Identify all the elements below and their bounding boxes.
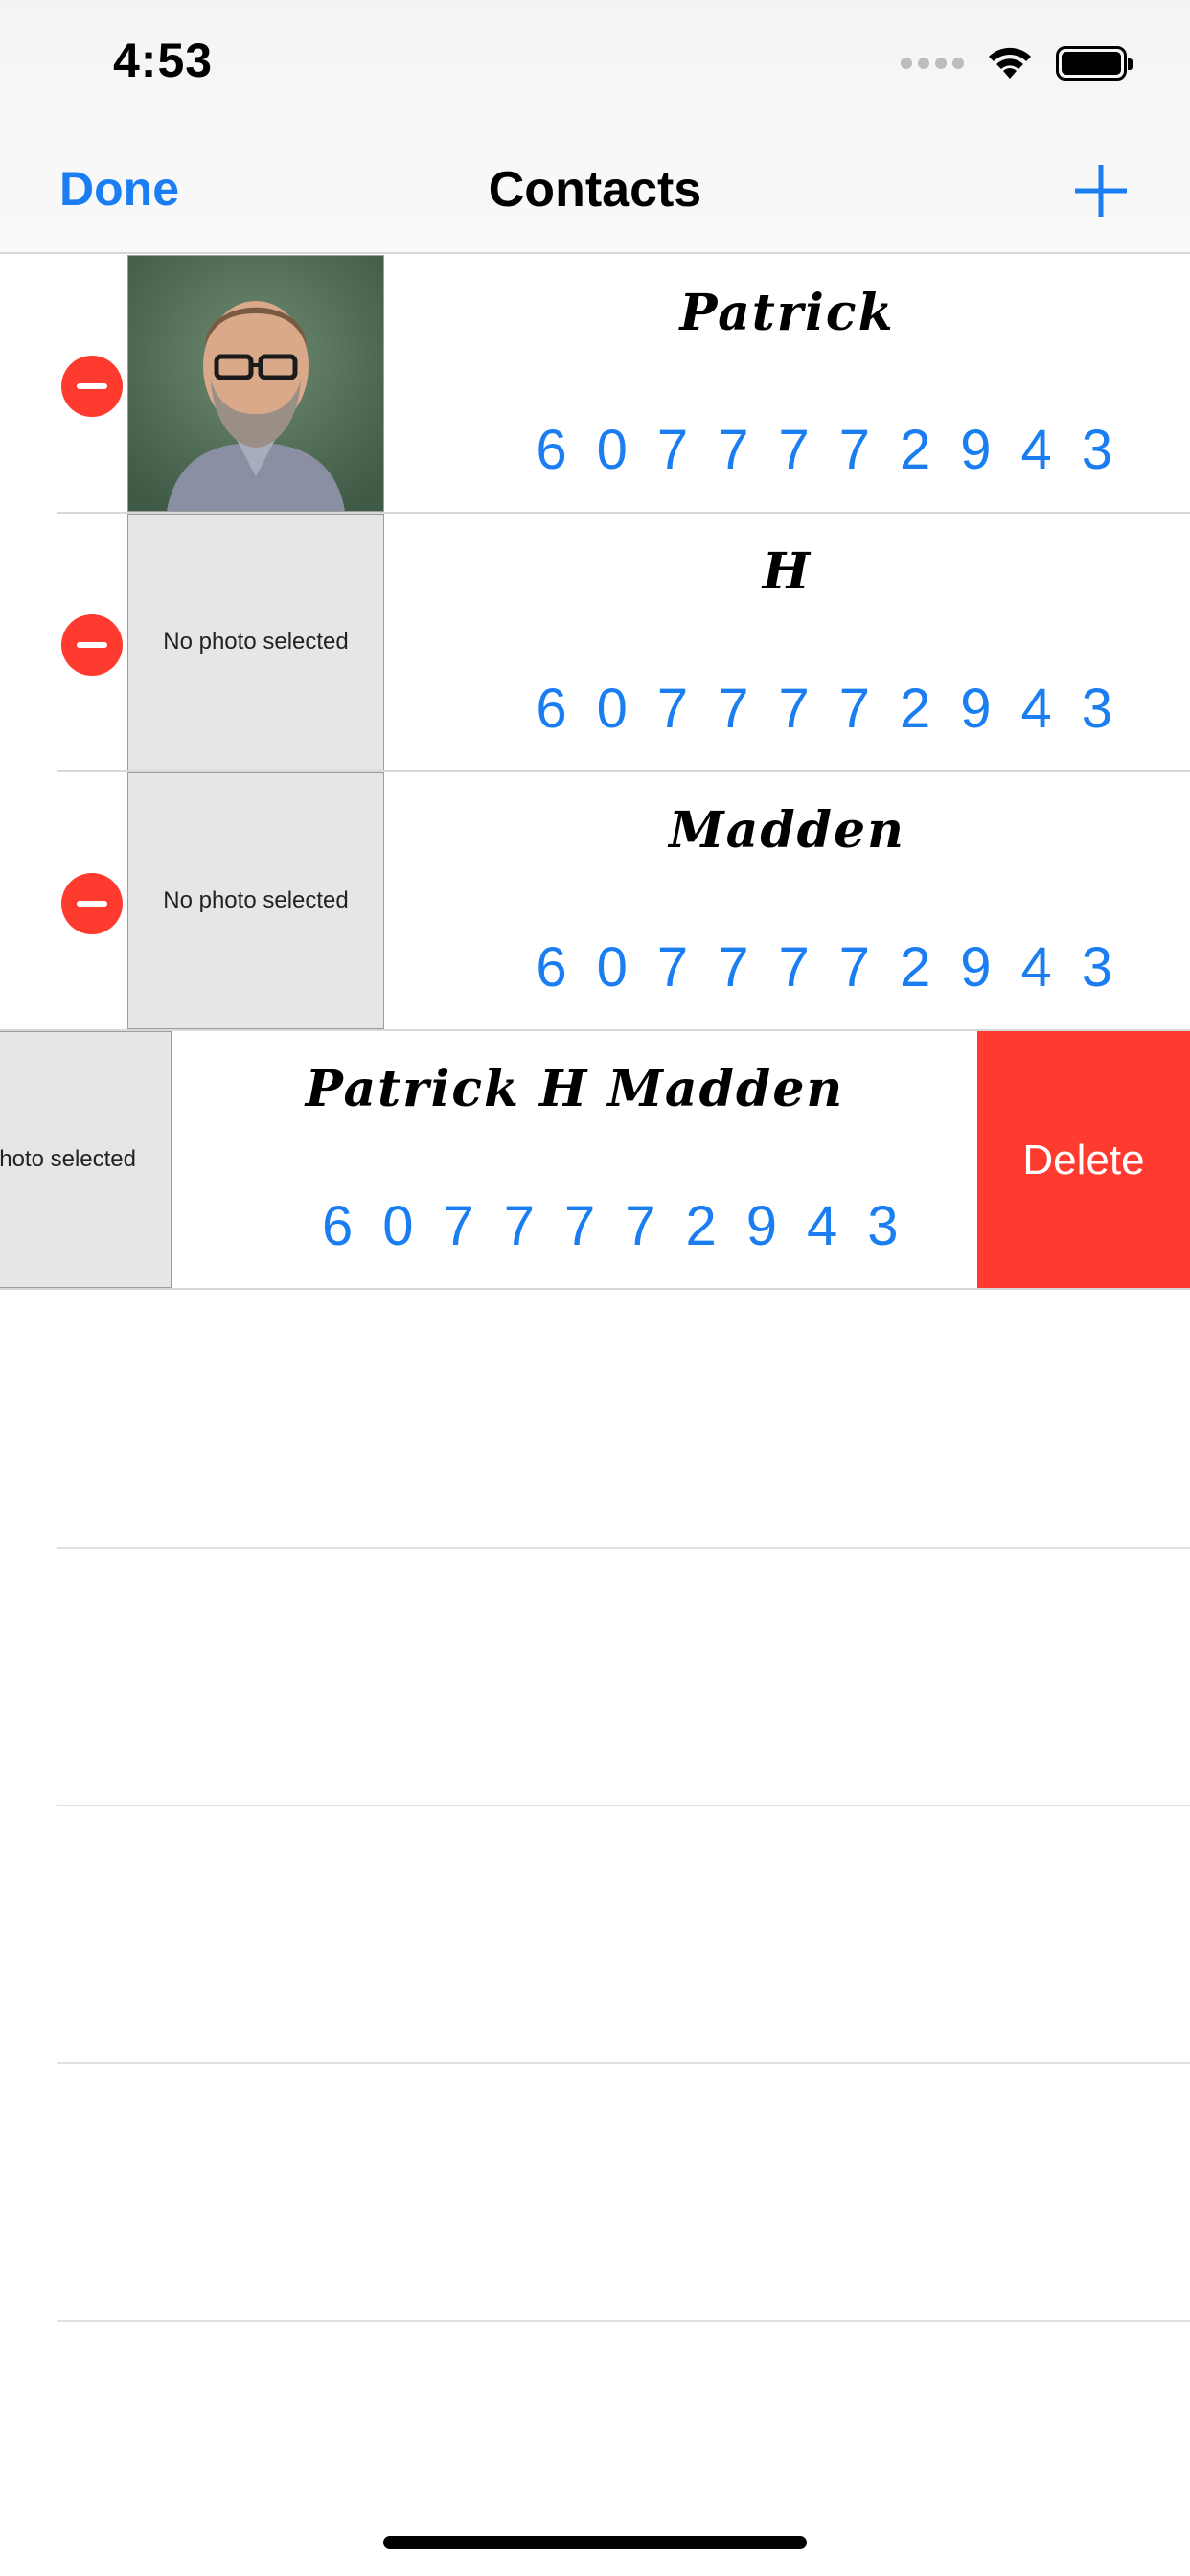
wifi-icon [989,47,1031,79]
contact-row-swiped[interactable]: photo selected Patrick H Madden 60777729… [0,1031,1190,1290]
contact-photo [127,255,384,512]
no-photo-label: No photo selected [163,629,349,655]
contact-phone[interactable]: 6077772943 [536,935,1142,1000]
home-indicator[interactable] [383,2536,807,2549]
battery-icon [1056,46,1133,80]
status-time: 4:53 [113,34,214,87]
no-photo-label: No photo selected [163,887,349,913]
empty-row-divider [57,1805,1190,1806]
contact-row[interactable]: Patrick 6077772943 [0,255,1190,514]
contact-photo-placeholder: photo selected [0,1031,172,1288]
done-button[interactable]: Done [59,161,179,217]
contact-phone[interactable]: 6077772943 [536,677,1142,741]
contact-row[interactable]: No photo selected Madden 6077772943 [0,772,1190,1031]
delete-toggle-button[interactable] [61,356,123,417]
contact-name: Patrick H Madden [305,1060,845,1118]
contact-name: Madden [669,801,905,860]
signal-dots-icon [901,58,964,69]
contact-row[interactable]: No photo selected H 6077772943 [0,514,1190,772]
empty-row-divider [57,2320,1190,2322]
person-photo-icon [128,256,383,511]
contact-phone[interactable]: 6077772943 [322,1194,928,1258]
plus-icon[interactable] [1071,161,1131,220]
delete-button[interactable]: Delete [977,1031,1190,1290]
contact-photo-placeholder: No photo selected [127,514,384,770]
contact-name: H [762,542,812,601]
delete-toggle-button[interactable] [61,614,123,676]
contacts-screen: 4:53 Done Contacts Patrick 6077772943 No… [0,0,1190,2576]
no-photo-label: photo selected [0,1146,136,1172]
status-icons [901,44,1133,82]
empty-row-divider [57,2062,1190,2064]
delete-toggle-button[interactable] [61,873,123,934]
contact-phone[interactable]: 6077772943 [536,418,1142,482]
row-divider [0,1288,1190,1290]
contact-photo-placeholder: No photo selected [127,772,384,1029]
contact-name: Patrick [679,284,895,342]
empty-row-divider [57,1547,1190,1549]
